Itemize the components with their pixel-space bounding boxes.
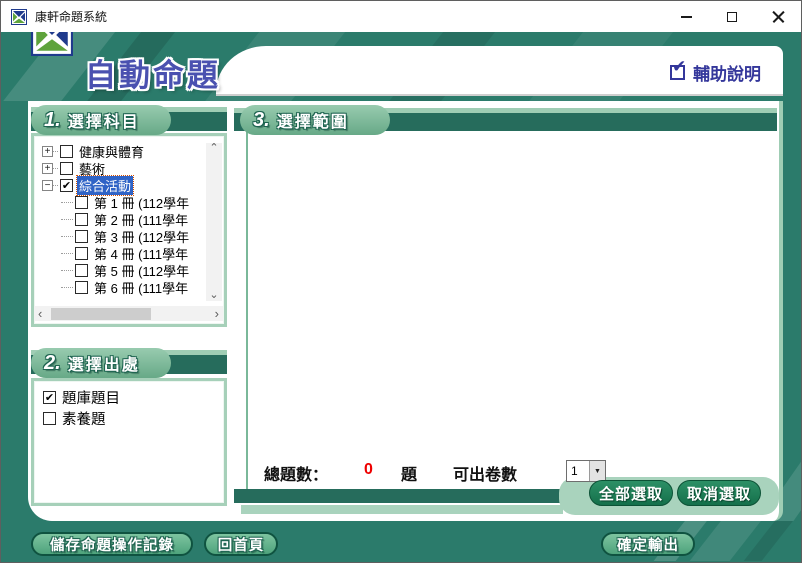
tree-checkbox[interactable] [75,247,88,260]
source-row[interactable]: ✔ 題庫題目 [43,387,120,408]
tree-checkbox[interactable] [75,196,88,209]
tree-guide-line [61,253,73,254]
panel1-header-tab: 1. 選擇科目 [31,105,171,135]
help-label: 輔助說明 [693,60,761,85]
tree-guide-line [53,168,58,169]
deselect-button[interactable]: 取消選取 [677,480,761,506]
scroll-left-icon[interactable]: ‹ [38,306,42,321]
panel2-title: 選擇出處 [68,351,140,375]
panel3-header-tab: 3. 選擇範圍 [240,105,390,135]
tree-row[interactable]: 第 4 冊 (111學年 [42,245,206,262]
paper-count-select[interactable]: 1 ▼ [566,460,606,482]
app-logo-icon [11,9,27,25]
panel3-bottom-stripe [241,505,563,514]
tree-guide-line [61,236,73,237]
source-list: ✔ 題庫題目 素養題 [43,387,120,429]
panel1-title: 選擇科目 [68,108,140,132]
tree-row[interactable]: 第 2 冊 (111學年 [42,211,206,228]
expand-toggle-icon[interactable]: + [42,163,53,174]
tree-guide-line [61,219,73,220]
header-swoosh: ✔ 輔助說明 [216,46,783,96]
tree-guide-line [61,202,73,203]
scroll-right-icon[interactable]: › [215,306,219,321]
chevron-down-icon: ▼ [594,468,601,475]
source-item-label: 素養題 [62,408,106,429]
tree-guide-line [53,185,58,186]
tree-checkbox[interactable] [75,281,88,294]
home-button[interactable]: 回首頁 [204,532,278,556]
tree-row[interactable]: + 健康與體育 [42,143,206,160]
source-checkbox[interactable] [43,412,56,425]
tree-guide-line [53,151,58,152]
tree-guide-line [61,287,73,288]
total-value: 0 [364,461,373,479]
help-button[interactable]: ✔ 輔助說明 [670,60,761,85]
page-title: 自動命題 [85,50,221,95]
tree-row[interactable]: 第 5 冊 (112學年 [42,262,206,279]
expand-toggle-icon[interactable]: − [42,180,53,191]
minimize-button[interactable] [663,1,709,32]
source-checkbox[interactable]: ✔ [43,391,56,404]
minimize-icon [681,16,692,18]
step-number: 2. [44,352,61,375]
tree-checkbox[interactable] [75,264,88,277]
vertical-scrollbar[interactable]: ⌃ ⌄ [206,143,222,301]
total-label: 總題數： [264,461,328,485]
panel2-header-tab: 2. 選擇出處 [31,348,171,378]
tree-row[interactable]: − ✔ 綜合活動 [42,177,206,194]
scroll-down-icon[interactable]: ⌄ [209,290,218,301]
tree-row[interactable]: 第 6 冊 (111學年 [42,279,206,296]
total-unit: 題 [401,461,417,485]
help-checkbox-icon: ✔ [670,65,685,80]
horizontal-scrollbar-thumb[interactable] [51,308,151,320]
subject-tree: + 健康與體育 + 藝術 − ✔ 綜合活動 第 1 冊 (112學年 第 2 冊… [42,143,206,301]
app-window: 康軒命題系統 自動命題 ✔ 輔助說明 1. 選擇科目 + [0,0,802,563]
expand-toggle-icon[interactable]: + [42,146,53,157]
tree-checkbox[interactable] [60,145,73,158]
step-number: 1. [44,109,61,132]
select-all-button[interactable]: 全部選取 [589,480,673,506]
maximize-icon [727,12,737,22]
tree-item-label[interactable]: 第 6 冊 (111學年 [92,278,190,297]
window-title: 康軒命題系統 [35,8,107,25]
maximize-button[interactable] [709,1,755,32]
tree-guide-line [61,270,73,271]
title-bar: 康軒命題系統 [1,1,801,32]
close-button[interactable] [755,1,801,32]
tree-checkbox[interactable] [60,162,73,175]
tree-row[interactable]: + 藝術 [42,160,206,177]
combo-dropdown-button[interactable]: ▼ [589,461,605,481]
tree-row[interactable]: 第 3 冊 (112學年 [42,228,206,245]
tree-checkbox[interactable] [75,230,88,243]
tree-checkbox[interactable]: ✔ [60,179,73,192]
save-record-button[interactable]: 儲存命題操作記錄 [31,532,193,556]
tree-checkbox[interactable] [75,213,88,226]
paper-count-value: 1 [567,461,589,481]
source-row[interactable]: 素養題 [43,408,120,429]
panel3-title: 選擇範圍 [277,108,349,132]
close-icon [772,10,785,23]
panel3-left-border [246,131,248,489]
papers-label: 可出卷數 [453,461,517,485]
step-number: 3. [253,109,270,132]
confirm-output-button[interactable]: 確定輸出 [601,532,695,556]
scroll-up-icon[interactable]: ⌃ [209,143,218,154]
source-item-label: 題庫題目 [62,387,120,408]
tree-row[interactable]: 第 1 冊 (112學年 [42,194,206,211]
